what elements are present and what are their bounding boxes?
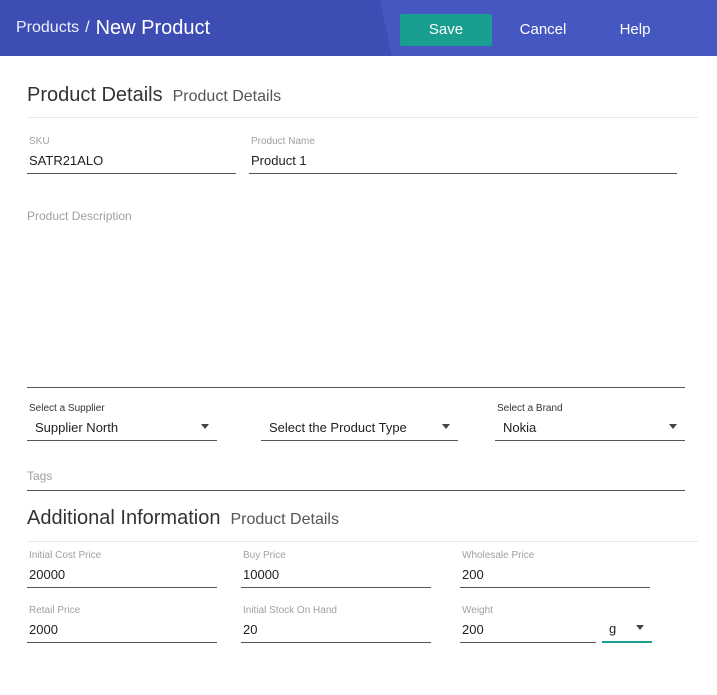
- tags-placeholder: Tags: [27, 469, 53, 483]
- weight-unit-select[interactable]: g: [602, 616, 652, 643]
- cancel-button[interactable]: Cancel: [512, 14, 574, 46]
- supplier-select[interactable]: Select a Supplier Supplier North: [27, 403, 217, 441]
- initial-stock-on-hand-field[interactable]: Initial Stock On Hand 20: [241, 605, 431, 643]
- brand-label: Select a Brand: [497, 403, 563, 414]
- weight-unit-value: g: [609, 621, 617, 636]
- chevron-down-icon: [636, 625, 644, 630]
- sku-field[interactable]: SKU SATR21ALO: [27, 136, 236, 174]
- help-button[interactable]: Help: [612, 14, 658, 46]
- supplier-label: Select a Supplier: [29, 403, 105, 414]
- brand-value: Nokia: [503, 420, 537, 435]
- product-name-label: Product Name: [251, 136, 315, 147]
- product-type-select[interactable]: Select the Product Type: [261, 403, 458, 441]
- supplier-value: Supplier North: [35, 420, 119, 435]
- initial-cost-price-field[interactable]: Initial Cost Price 20000: [27, 550, 217, 588]
- product-details-header: Product Details Product Details: [27, 84, 281, 107]
- initial-cost-price-label: Initial Cost Price: [29, 550, 102, 561]
- product-name-value: Product 1: [251, 153, 307, 168]
- buy-price-value: 10000: [243, 567, 280, 582]
- retail-price-label: Retail Price: [29, 605, 81, 616]
- wholesale-price-label: Wholesale Price: [462, 550, 535, 561]
- retail-price-field[interactable]: Retail Price 2000: [27, 605, 217, 643]
- wholesale-price-value: 200: [462, 567, 484, 582]
- section-divider: [27, 541, 698, 542]
- chevron-down-icon: [201, 424, 209, 429]
- product-type-value: Select the Product Type: [269, 420, 407, 435]
- breadcrumb-products-link[interactable]: Products: [16, 19, 79, 37]
- chevron-down-icon: [669, 424, 677, 429]
- retail-price-value: 2000: [29, 622, 58, 637]
- page-title: New Product: [95, 16, 211, 39]
- product-description-textarea[interactable]: Product Description: [27, 208, 685, 388]
- tags-input[interactable]: Tags: [27, 468, 685, 491]
- initial-stock-on-hand-value: 20: [243, 622, 258, 637]
- top-app-bar: Products / New Product Save Cancel Help: [0, 0, 717, 56]
- product-description-placeholder: Product Description: [27, 209, 132, 223]
- section-divider: [27, 117, 698, 118]
- save-button[interactable]: Save: [400, 14, 492, 46]
- breadcrumb: Products / New Product: [16, 0, 210, 56]
- initial-stock-on-hand-label: Initial Stock On Hand: [243, 605, 337, 616]
- weight-label: Weight: [462, 605, 493, 616]
- section-title: Additional Information: [27, 507, 221, 529]
- section-subtitle: Product Details: [230, 511, 339, 528]
- sku-label: SKU: [29, 136, 50, 147]
- initial-cost-price-value: 20000: [29, 567, 66, 582]
- chevron-down-icon: [442, 424, 450, 429]
- buy-price-field[interactable]: Buy Price 10000: [241, 550, 431, 588]
- additional-information-header: Additional Information Product Details: [27, 507, 339, 530]
- weight-value: 200: [462, 622, 484, 637]
- brand-select[interactable]: Select a Brand Nokia: [495, 403, 685, 441]
- weight-field[interactable]: Weight 200: [460, 605, 596, 643]
- buy-price-label: Buy Price: [243, 550, 286, 561]
- section-subtitle: Product Details: [172, 88, 282, 105]
- section-title: Product Details: [27, 84, 163, 106]
- sku-value: SATR21ALO: [29, 153, 104, 168]
- product-name-field[interactable]: Product Name Product 1: [249, 136, 677, 174]
- breadcrumb-separator: /: [85, 19, 90, 36]
- wholesale-price-field[interactable]: Wholesale Price 200: [460, 550, 650, 588]
